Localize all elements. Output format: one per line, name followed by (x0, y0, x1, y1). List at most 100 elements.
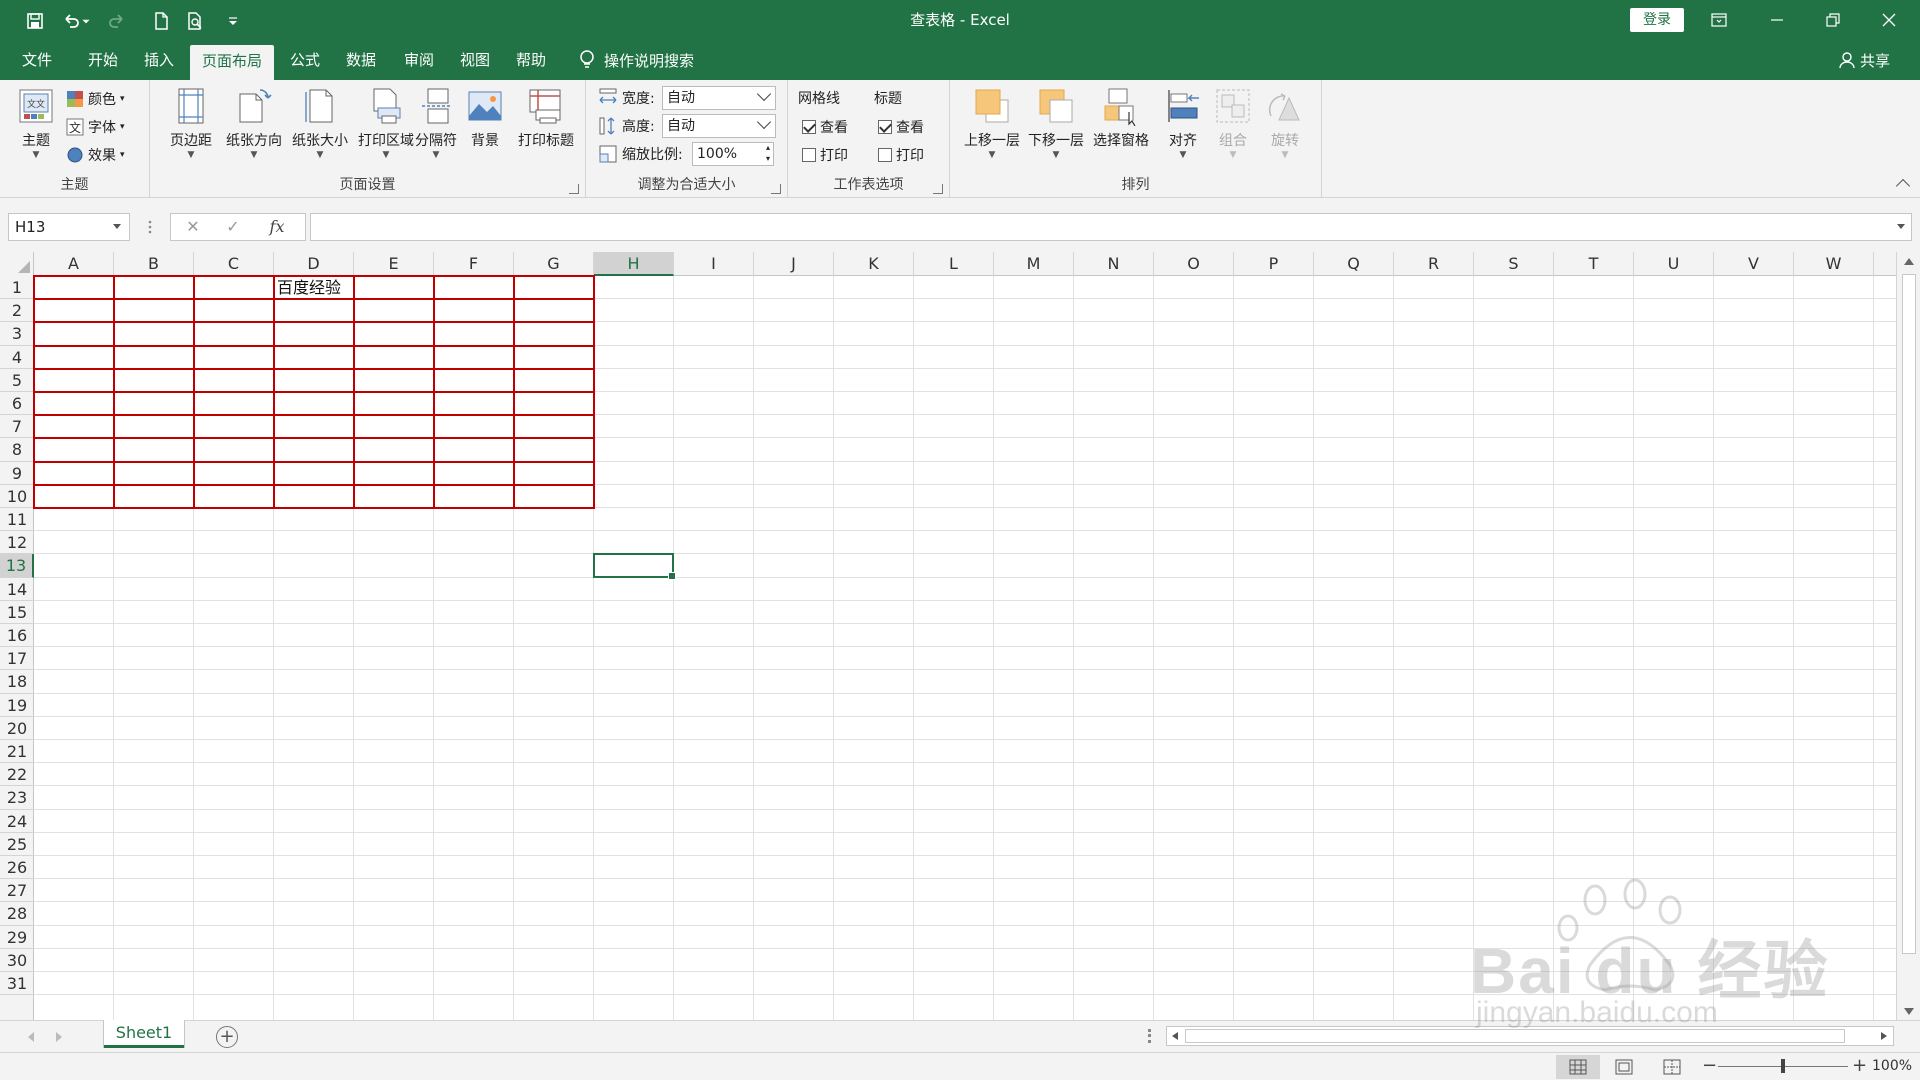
row-header-27[interactable]: 27 (0, 879, 34, 903)
login-button[interactable]: 登录 (1630, 8, 1684, 32)
name-box[interactable]: H13 (8, 213, 130, 241)
themes-button[interactable]: 文文 主题 ▼ (6, 86, 66, 166)
page-break-view-button[interactable] (1650, 1055, 1694, 1079)
row-header-25[interactable]: 25 (0, 833, 34, 856)
row-header-7[interactable]: 7 (0, 415, 34, 439)
tab-formulas[interactable]: 公式 (278, 40, 332, 80)
column-header-b[interactable]: B (114, 252, 194, 276)
select-all-button[interactable] (0, 252, 34, 276)
ribbon-display-icon[interactable] (1696, 0, 1742, 40)
size-button[interactable]: 纸张大小 ▼ (288, 86, 352, 166)
row-header-15[interactable]: 15 (0, 601, 34, 624)
gridlines-print-checkbox[interactable]: 打印 (802, 142, 848, 168)
normal-view-button[interactable] (1556, 1055, 1600, 1079)
scale-launcher-icon[interactable] (771, 184, 781, 194)
page-layout-view-button[interactable] (1602, 1055, 1646, 1079)
formula-bar-resize-icon[interactable] (148, 216, 152, 238)
column-header-q[interactable]: Q (1314, 252, 1394, 276)
width-select[interactable]: 自动 (662, 86, 776, 110)
row-header-3[interactable]: 3 (0, 322, 34, 346)
send-backward-button[interactable]: 下移一层 ▼ (1024, 86, 1088, 166)
row-header-24[interactable]: 24 (0, 810, 34, 833)
headings-view-checkbox[interactable]: 查看 (878, 114, 924, 140)
scroll-right-icon[interactable] (1881, 1032, 1887, 1040)
row-header-1[interactable]: 1 (0, 276, 34, 300)
row-header-2[interactable]: 2 (0, 299, 34, 323)
column-header-f[interactable]: F (434, 252, 514, 276)
column-header-t[interactable]: T (1554, 252, 1634, 276)
row-header-6[interactable]: 6 (0, 392, 34, 416)
page-setup-launcher-icon[interactable] (569, 184, 579, 194)
column-header-v[interactable]: V (1714, 252, 1794, 276)
collapse-ribbon-icon[interactable] (1895, 178, 1911, 194)
sheet-options-launcher-icon[interactable] (933, 184, 943, 194)
zoom-in-button[interactable]: + (1852, 1055, 1867, 1076)
column-header-c[interactable]: C (194, 252, 274, 276)
row-header-18[interactable]: 18 (0, 670, 34, 694)
gridlines-view-checkbox[interactable]: 查看 (802, 114, 848, 140)
tab-page-layout[interactable]: 页面布局 (190, 45, 274, 80)
row-header-4[interactable]: 4 (0, 346, 34, 369)
column-header-u[interactable]: U (1634, 252, 1714, 276)
colors-button[interactable]: 颜色 ▾ (66, 86, 125, 112)
scale-spinner[interactable]: 100% ▴ ▾ (692, 142, 774, 166)
vertical-scroll-thumb[interactable] (1902, 274, 1916, 954)
close-icon[interactable] (1866, 0, 1912, 40)
scroll-left-icon[interactable] (1172, 1032, 1178, 1040)
zoom-slider-thumb[interactable] (1781, 1059, 1785, 1073)
zoom-out-button[interactable]: − (1702, 1055, 1717, 1076)
column-header-k[interactable]: K (834, 252, 914, 276)
vertical-scrollbar[interactable] (1896, 252, 1920, 1020)
minimize-icon[interactable] (1754, 0, 1800, 40)
row-header-9[interactable]: 9 (0, 462, 34, 485)
share-button[interactable]: 共享 (1838, 40, 1890, 80)
tab-data[interactable]: 数据 (334, 40, 388, 80)
row-header-22[interactable]: 22 (0, 763, 34, 787)
fonts-button[interactable]: 文 字体 ▾ (66, 114, 125, 140)
column-header-r[interactable]: R (1394, 252, 1474, 276)
column-header-m[interactable]: M (994, 252, 1074, 276)
insert-function-button[interactable]: fx (261, 214, 293, 240)
column-header-j[interactable]: J (754, 252, 834, 276)
row-header-5[interactable]: 5 (0, 369, 34, 392)
column-header-s[interactable]: S (1474, 252, 1554, 276)
row-header-26[interactable]: 26 (0, 856, 34, 880)
expand-formula-icon[interactable] (1897, 224, 1905, 229)
cell-grid[interactable]: 百度经验 (33, 275, 1896, 1020)
effects-button[interactable]: 效果 ▾ (66, 142, 125, 168)
zoom-level[interactable]: 100% (1872, 1058, 1912, 1074)
tab-view[interactable]: 视图 (448, 40, 502, 80)
row-header-8[interactable]: 8 (0, 438, 34, 462)
row-header-14[interactable]: 14 (0, 578, 34, 601)
sheet-tab-sheet1[interactable]: Sheet1 (104, 1020, 184, 1048)
tell-me-search[interactable]: 操作说明搜索 (578, 40, 694, 80)
row-header-19[interactable]: 19 (0, 694, 34, 717)
row-header-23[interactable]: 23 (0, 786, 34, 810)
restore-icon[interactable] (1810, 0, 1856, 40)
column-header-n[interactable]: N (1074, 252, 1154, 276)
tab-home[interactable]: 开始 (76, 40, 130, 80)
column-header-e[interactable]: E (354, 252, 434, 276)
print-titles-button[interactable]: 打印标题 (512, 86, 580, 166)
column-header-o[interactable]: O (1154, 252, 1234, 276)
group-objects-button[interactable]: 组合 ▼ (1210, 86, 1256, 166)
column-header-p[interactable]: P (1234, 252, 1314, 276)
column-header-i[interactable]: I (674, 252, 754, 276)
formula-input[interactable] (310, 213, 1912, 241)
column-header-g[interactable]: G (514, 252, 594, 276)
row-header-17[interactable]: 17 (0, 647, 34, 671)
tab-help[interactable]: 帮助 (504, 40, 558, 80)
breaks-button[interactable]: 分隔符 ▼ (404, 86, 468, 166)
row-header-10[interactable]: 10 (0, 485, 34, 508)
row-header-13[interactable]: 13 (0, 554, 34, 578)
margins-button[interactable]: 页边距 ▼ (160, 86, 222, 166)
background-button[interactable]: 背景 (460, 86, 510, 166)
orientation-button[interactable]: 纸张方向 ▼ (222, 86, 286, 166)
tab-insert[interactable]: 插入 (132, 40, 186, 80)
bring-forward-button[interactable]: 上移一层 ▼ (960, 86, 1024, 166)
row-header-11[interactable]: 11 (0, 508, 34, 532)
column-header-a[interactable]: A (34, 252, 114, 276)
cancel-formula-icon[interactable]: ✕ (177, 214, 209, 240)
scroll-up-icon[interactable] (1904, 258, 1914, 265)
cell-d1[interactable]: 百度经验 (277, 277, 341, 298)
